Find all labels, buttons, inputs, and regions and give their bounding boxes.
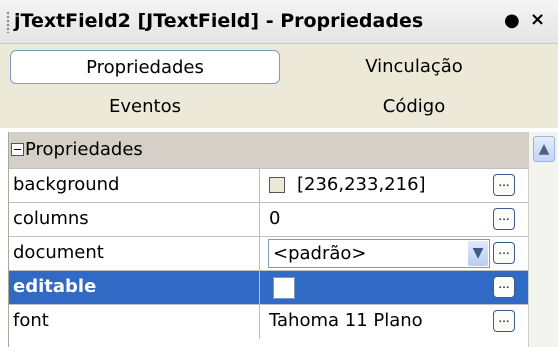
collapse-icon[interactable] bbox=[11, 143, 24, 156]
property-row-columns[interactable]: columns 0 ... bbox=[9, 202, 529, 237]
document-combobox[interactable]: <padrão> ▼ bbox=[268, 239, 490, 268]
property-name: editable bbox=[13, 276, 97, 297]
category-label: Propriedades bbox=[25, 139, 143, 160]
property-name: columns bbox=[13, 208, 89, 229]
property-row-editable[interactable]: editable ... bbox=[9, 270, 529, 305]
ellipsis-button[interactable]: ... bbox=[493, 242, 515, 264]
scroll-up-icon[interactable]: ▲ bbox=[533, 136, 555, 162]
property-value[interactable]: Tahoma 11 Plano bbox=[269, 305, 423, 337]
column-divider bbox=[259, 305, 260, 339]
window-title: jTextField2 [JTextField] - Propriedades bbox=[14, 10, 424, 32]
property-sheet: Propriedades background [236,233,216] ..… bbox=[8, 132, 537, 347]
column-divider bbox=[259, 271, 260, 305]
column-divider bbox=[259, 169, 260, 203]
tab-eventos[interactable]: Eventos bbox=[10, 90, 280, 124]
vertical-scrollbar[interactable]: ▲ bbox=[528, 132, 558, 347]
window-titlebar: jTextField2 [JTextField] - Propriedades … bbox=[0, 0, 558, 44]
tab-bar: Propriedades Vinculação Eventos Código bbox=[0, 44, 558, 128]
tab-codigo[interactable]: Código bbox=[279, 90, 549, 124]
ellipsis-button[interactable]: ... bbox=[493, 174, 515, 196]
property-row-document[interactable]: document <padrão> ▼ ... bbox=[9, 236, 529, 271]
tab-propriedades[interactable]: Propriedades bbox=[10, 50, 280, 84]
property-name: font bbox=[13, 310, 49, 331]
property-row-font[interactable]: font Tahoma 11 Plano ... bbox=[9, 304, 529, 339]
pin-icon[interactable]: ● bbox=[504, 10, 520, 32]
close-icon[interactable]: × bbox=[530, 8, 545, 32]
property-name: background bbox=[13, 174, 120, 195]
column-divider bbox=[259, 203, 260, 237]
drag-grip-icon[interactable] bbox=[6, 11, 10, 33]
combobox-value: <padrão> bbox=[273, 243, 367, 264]
color-swatch bbox=[269, 177, 285, 193]
property-name: document bbox=[13, 242, 104, 263]
category-header[interactable]: Propriedades bbox=[9, 132, 529, 168]
column-divider bbox=[259, 237, 260, 271]
ellipsis-button[interactable]: ... bbox=[493, 310, 515, 332]
tab-vinculacao[interactable]: Vinculação bbox=[279, 50, 549, 84]
property-row-background[interactable]: background [236,233,216] ... bbox=[9, 168, 529, 203]
property-value[interactable]: [236,233,216] bbox=[297, 169, 426, 201]
ellipsis-button[interactable]: ... bbox=[493, 208, 515, 230]
property-value[interactable]: 0 bbox=[269, 203, 280, 235]
chevron-down-icon[interactable]: ▼ bbox=[468, 241, 488, 266]
editable-checkbox[interactable] bbox=[273, 277, 295, 299]
ellipsis-button[interactable]: ... bbox=[493, 276, 515, 298]
